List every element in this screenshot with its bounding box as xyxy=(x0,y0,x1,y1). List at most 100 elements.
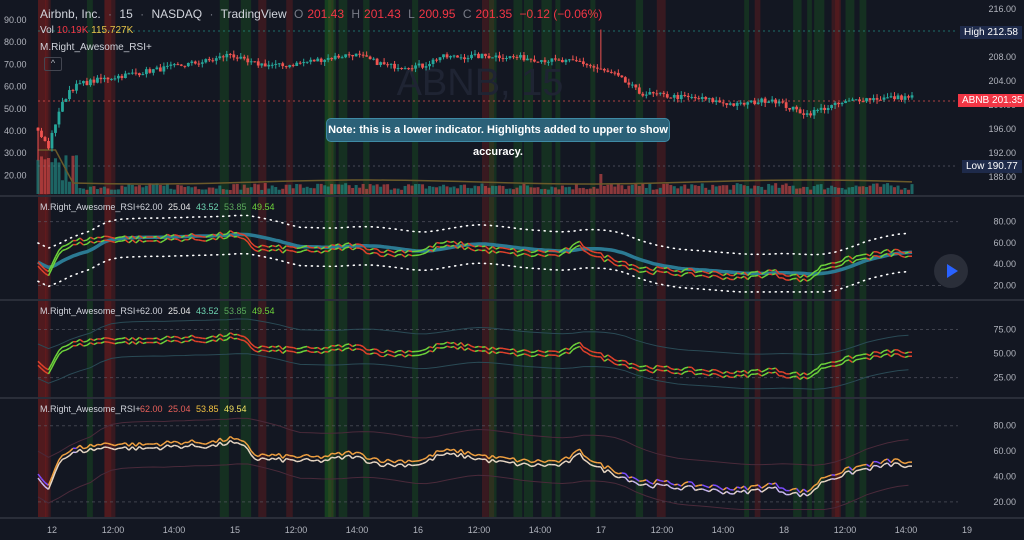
volume-bar xyxy=(732,185,736,194)
symbol-name[interactable]: Airbnb, Inc. xyxy=(40,7,101,21)
rsi-line-segment xyxy=(827,478,832,481)
collapse-legend-button[interactable]: ^ xyxy=(44,57,62,71)
rsi-line-segment xyxy=(890,458,896,464)
rsi-line-segment xyxy=(422,348,427,352)
volume-bar xyxy=(256,184,260,194)
rsi-line-segment xyxy=(229,336,235,340)
rsi-line-segment xyxy=(250,454,256,460)
rsi-line-segment xyxy=(111,236,116,240)
rsi-line-segment xyxy=(537,462,542,466)
rsi-line-segment xyxy=(761,485,766,489)
volume-bar xyxy=(564,187,568,194)
candle-body xyxy=(774,99,778,104)
rsi-line-segment xyxy=(516,354,521,357)
volume-bar xyxy=(837,187,841,194)
high-tag-value: 212.58 xyxy=(987,27,1018,38)
rsi-line-segment xyxy=(632,366,637,370)
volume-bar xyxy=(721,185,725,194)
rsi-line-segment xyxy=(649,367,654,370)
candle-body xyxy=(466,58,470,60)
volume-bar xyxy=(60,180,64,194)
low-tag: Low 190.77 xyxy=(962,160,1022,173)
rsi-line-segment xyxy=(576,240,581,244)
rsi-line-segment xyxy=(618,264,622,267)
rsi-line-segment xyxy=(824,479,829,483)
volume-bar xyxy=(606,184,610,194)
rsi-line-segment xyxy=(506,457,511,460)
volume-bar xyxy=(431,186,435,194)
rsi-line-segment xyxy=(76,237,81,242)
rsi-line-segment xyxy=(576,345,581,349)
rsi-line-segment xyxy=(768,486,773,489)
rsi-line-segment xyxy=(656,364,661,368)
candle-body xyxy=(494,55,498,58)
rsi-line-segment xyxy=(369,461,374,465)
volume-bar xyxy=(74,155,78,194)
rsi-line-segment xyxy=(156,337,161,341)
rsi-line-segment xyxy=(142,443,147,446)
rsi-line-segment xyxy=(345,242,350,245)
candle-body xyxy=(347,54,351,56)
rsi-line-segment xyxy=(722,374,728,379)
rsi-line-segment xyxy=(121,446,126,449)
rsi-line-segment xyxy=(719,491,724,495)
left-axis-tick: 30.00 xyxy=(4,148,27,158)
rsi-line-segment xyxy=(883,248,888,252)
candle-body xyxy=(137,73,141,76)
rsi-line-segment xyxy=(719,272,724,277)
rsi-line-segment xyxy=(215,333,221,338)
candle-body xyxy=(463,57,466,60)
rsi-line-segment xyxy=(156,442,161,447)
candle-body xyxy=(403,68,407,70)
candle-body xyxy=(456,55,459,58)
candle-body xyxy=(75,83,78,91)
rsi-line-segment xyxy=(124,442,130,447)
rsi-line-segment xyxy=(359,344,364,348)
rsi-line-segment xyxy=(736,272,741,275)
rsi-line-segment xyxy=(107,446,112,450)
rsi-line-segment xyxy=(628,476,633,479)
rsi-line-segment xyxy=(138,445,144,450)
rsi-line-segment xyxy=(292,459,298,463)
rsi-line-segment xyxy=(383,458,389,463)
high-tag-label: High xyxy=(964,27,985,38)
rsi-line-segment xyxy=(205,336,210,340)
chart-canvas[interactable]: 216.00212.00208.00204.00200.00196.00192.… xyxy=(0,0,1024,540)
rsi-line-segment xyxy=(111,338,116,341)
volume-bar xyxy=(312,188,316,194)
rsi-line-segment xyxy=(369,348,374,351)
rsi-line-segment xyxy=(565,347,570,351)
rsi-line-segment xyxy=(642,479,647,482)
rsi-line-segment xyxy=(408,350,413,353)
rsi-line-segment xyxy=(642,364,647,368)
rsi-line-segment xyxy=(271,457,276,461)
candle-body xyxy=(634,84,638,88)
interval-label[interactable]: 15 xyxy=(119,7,132,21)
rsi-line-segment xyxy=(467,343,472,347)
rsi-line-segment xyxy=(65,242,70,246)
rsi-line-segment xyxy=(471,345,476,349)
price-axis-tick: 208.00 xyxy=(988,52,1016,62)
rsi-line-segment xyxy=(855,354,860,357)
rsi-line-segment xyxy=(429,454,434,457)
rsi-line-segment xyxy=(649,268,654,272)
volume-bar xyxy=(567,186,571,194)
rsi-line-segment xyxy=(62,248,67,252)
highlight-stripe xyxy=(744,0,750,518)
candle-body xyxy=(788,107,792,110)
rsi-line-segment xyxy=(890,349,895,354)
rsi-line-segment xyxy=(660,267,664,270)
rsi-line-segment xyxy=(618,476,622,479)
rsi-line-segment xyxy=(58,350,63,356)
rsi-line-segment xyxy=(254,454,259,458)
rsi-line-segment xyxy=(443,345,448,349)
volume-bar xyxy=(186,186,190,194)
rsi-line-segment xyxy=(93,447,98,452)
volume-bar xyxy=(903,187,907,194)
volume-bar xyxy=(85,189,89,194)
rsi-line-segment xyxy=(869,355,875,361)
rsi-line-segment xyxy=(568,345,574,351)
overlay-indicator-label[interactable]: M.Right_Awesome_RSI+ xyxy=(40,42,152,53)
replay-play-button[interactable] xyxy=(934,254,968,288)
rsi-line-segment xyxy=(506,461,511,464)
